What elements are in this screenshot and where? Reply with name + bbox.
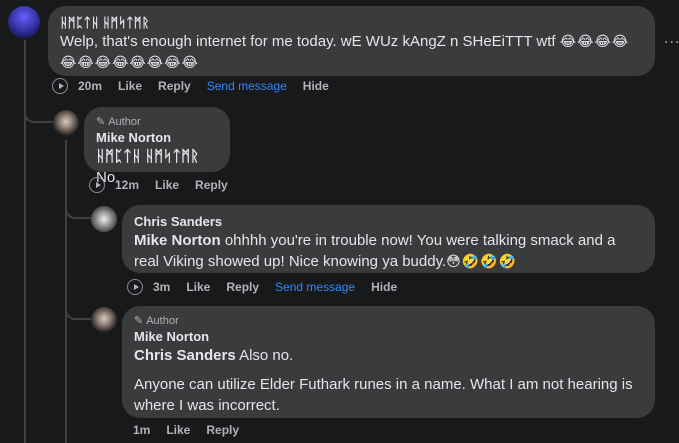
comment-bubble: Chris Sanders Mike Norton ohhhh you're i… [122, 205, 655, 273]
comment-actions: 1m Like Reply [133, 423, 255, 437]
mention[interactable]: Chris Sanders [134, 347, 236, 364]
hide-button[interactable]: Hide [371, 280, 397, 294]
send-message-link[interactable]: Send message [207, 79, 287, 93]
like-button[interactable]: Like [166, 423, 190, 437]
commenter-name[interactable]: Chris Sanders [134, 213, 643, 230]
reply-button[interactable]: Reply [226, 280, 259, 294]
play-icon[interactable] [52, 78, 68, 94]
reply-button[interactable]: Reply [158, 79, 191, 93]
reply-button[interactable]: Reply [195, 178, 228, 192]
timestamp[interactable]: 3m [153, 280, 170, 294]
commenter-name[interactable]: Mike Norton [96, 129, 218, 146]
hide-button[interactable]: Hide [303, 79, 329, 93]
more-options-icon[interactable]: ... [664, 30, 679, 48]
timestamp[interactable]: 12m [115, 178, 139, 192]
commenter-name[interactable]: ᚺᛗᛈᛏᚺ ᚺᛗᛋᛏᛗᚱ [60, 14, 643, 31]
avatar[interactable] [91, 307, 117, 333]
mention[interactable]: Mike Norton [134, 232, 221, 249]
author-badge: ✎ Author [96, 116, 141, 128]
comment-actions: 20m Like Reply Send message Hide [52, 78, 345, 94]
author-badge: ✎ Author [134, 315, 179, 327]
play-icon[interactable] [89, 177, 105, 193]
thread-connector [65, 298, 91, 320]
avatar[interactable] [53, 110, 79, 136]
thread-line [65, 140, 67, 443]
reply-button[interactable]: Reply [206, 423, 239, 437]
comment-bubble: ✎ Author Mike Norton ᚺᛗᛈᛏᚺ ᚺᛗᛋᛏᛗᚱ No. [84, 107, 230, 186]
timestamp[interactable]: 1m [133, 423, 150, 437]
like-button[interactable]: Like [155, 178, 179, 192]
comment-text: Welp, that's enough internet for me toda… [60, 33, 556, 50]
comment-text: Also no. [239, 347, 294, 364]
send-message-link[interactable]: Send message [275, 280, 355, 294]
commenter-name[interactable]: Mike Norton [134, 328, 643, 345]
avatar[interactable] [8, 6, 40, 38]
like-button[interactable]: Like [118, 79, 142, 93]
thread-connector [24, 95, 56, 123]
emoji-row: 😳🤣🤣🤣 [446, 253, 518, 269]
play-icon[interactable] [127, 279, 143, 295]
comment-actions: 12m Like Reply [89, 177, 244, 193]
mention[interactable]: ᚺᛗᛈᛏᚺ ᚺᛗᛋᛏᛗᚱ [96, 148, 199, 165]
comment-actions: 3m Like Reply Send message Hide [127, 279, 413, 295]
like-button[interactable]: Like [186, 280, 210, 294]
pencil-icon: ✎ [96, 116, 106, 128]
comment-bubble: ᚺᛗᛈᛏᚺ ᚺᛗᛋᛏᛗᚱ Welp, that's enough interne… [48, 6, 655, 76]
timestamp[interactable]: 20m [78, 79, 102, 93]
comment-bubble: ✎ Author Mike Norton Chris Sanders Also … [122, 306, 655, 418]
comment-text-paragraph: Anyone can utilize Elder Futhark runes i… [134, 376, 633, 414]
thread-connector [65, 195, 91, 219]
avatar[interactable] [91, 206, 117, 232]
pencil-icon: ✎ [134, 315, 144, 327]
